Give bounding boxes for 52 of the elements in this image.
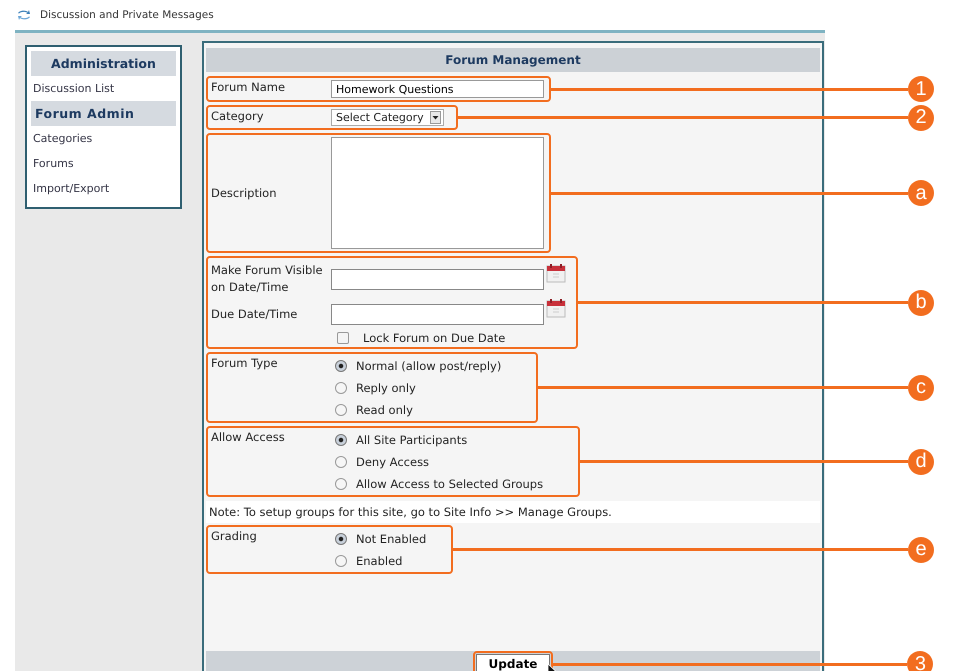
calendar-icon[interactable]	[546, 298, 566, 318]
calendar-icon[interactable]	[546, 262, 566, 282]
option-label: Enabled	[356, 554, 402, 568]
field-label: Category	[210, 108, 265, 125]
option-label: Allow Access to Selected Groups	[356, 477, 544, 491]
sidebar-link[interactable]: Forums	[31, 151, 176, 176]
field-label: Grading	[210, 528, 258, 545]
category-dropdown[interactable]: Select Category	[331, 109, 444, 126]
option-label: All Site Participants	[356, 433, 468, 447]
note-text: Note: To setup groups for this site, go to Site Info >> Manage Groups.	[206, 501, 820, 523]
checkbox-label: Lock Forum on Due Date	[363, 331, 506, 345]
sidebar-link[interactable]: Categories	[31, 126, 176, 151]
date-field[interactable]	[331, 268, 544, 290]
description-textarea[interactable]	[331, 137, 544, 249]
update-button[interactable]: Update	[476, 654, 550, 671]
field-label: Forum Name	[210, 79, 286, 96]
radio-button[interactable]	[335, 456, 347, 468]
callout-marker: c	[908, 374, 934, 400]
field-label: Forum Type	[210, 355, 279, 372]
field-label: Due Date/Time	[210, 306, 298, 323]
sidebar-heading: Administration	[31, 51, 176, 76]
callout-marker: a	[908, 180, 934, 206]
sidebar-heading: Forum Admin	[31, 101, 176, 126]
option-label: Normal (allow post/reply)	[356, 359, 502, 373]
field-label: Description	[210, 185, 278, 202]
radio-button[interactable]	[335, 478, 347, 490]
sidebar-link[interactable]: Discussion List	[31, 76, 176, 101]
callout-marker: 2	[908, 104, 934, 130]
radio-button[interactable]	[335, 404, 347, 416]
radio-button[interactable]	[335, 360, 347, 372]
callout-marker: e	[908, 536, 934, 562]
callout-marker: 1	[908, 76, 934, 102]
radio-button[interactable]	[335, 533, 347, 545]
option-label: Deny Access	[356, 455, 430, 469]
radio-button[interactable]	[335, 555, 347, 567]
option-label: Not Enabled	[356, 532, 426, 546]
panel-title: Forum Management	[206, 48, 820, 72]
field-label: Allow Access	[210, 429, 286, 446]
callout-marker: d	[908, 448, 934, 474]
date-field[interactable]	[331, 304, 544, 325]
callout-marker: 3	[907, 651, 934, 671]
radio-button[interactable]	[335, 434, 347, 446]
option-label: Reply only	[356, 381, 416, 395]
text-field[interactable]: Homework Questions	[331, 80, 544, 98]
sidebar-link[interactable]: Import/Export	[31, 176, 176, 201]
checkbox[interactable]	[337, 332, 349, 344]
page-title: Discussion and Private Messages	[40, 9, 214, 21]
option-label: Read only	[356, 403, 413, 417]
callout-marker: b	[908, 290, 934, 316]
arrows-icon	[17, 9, 31, 21]
radio-button[interactable]	[335, 382, 347, 394]
field-label: Make Forum Visible on Date/Time	[210, 262, 324, 296]
